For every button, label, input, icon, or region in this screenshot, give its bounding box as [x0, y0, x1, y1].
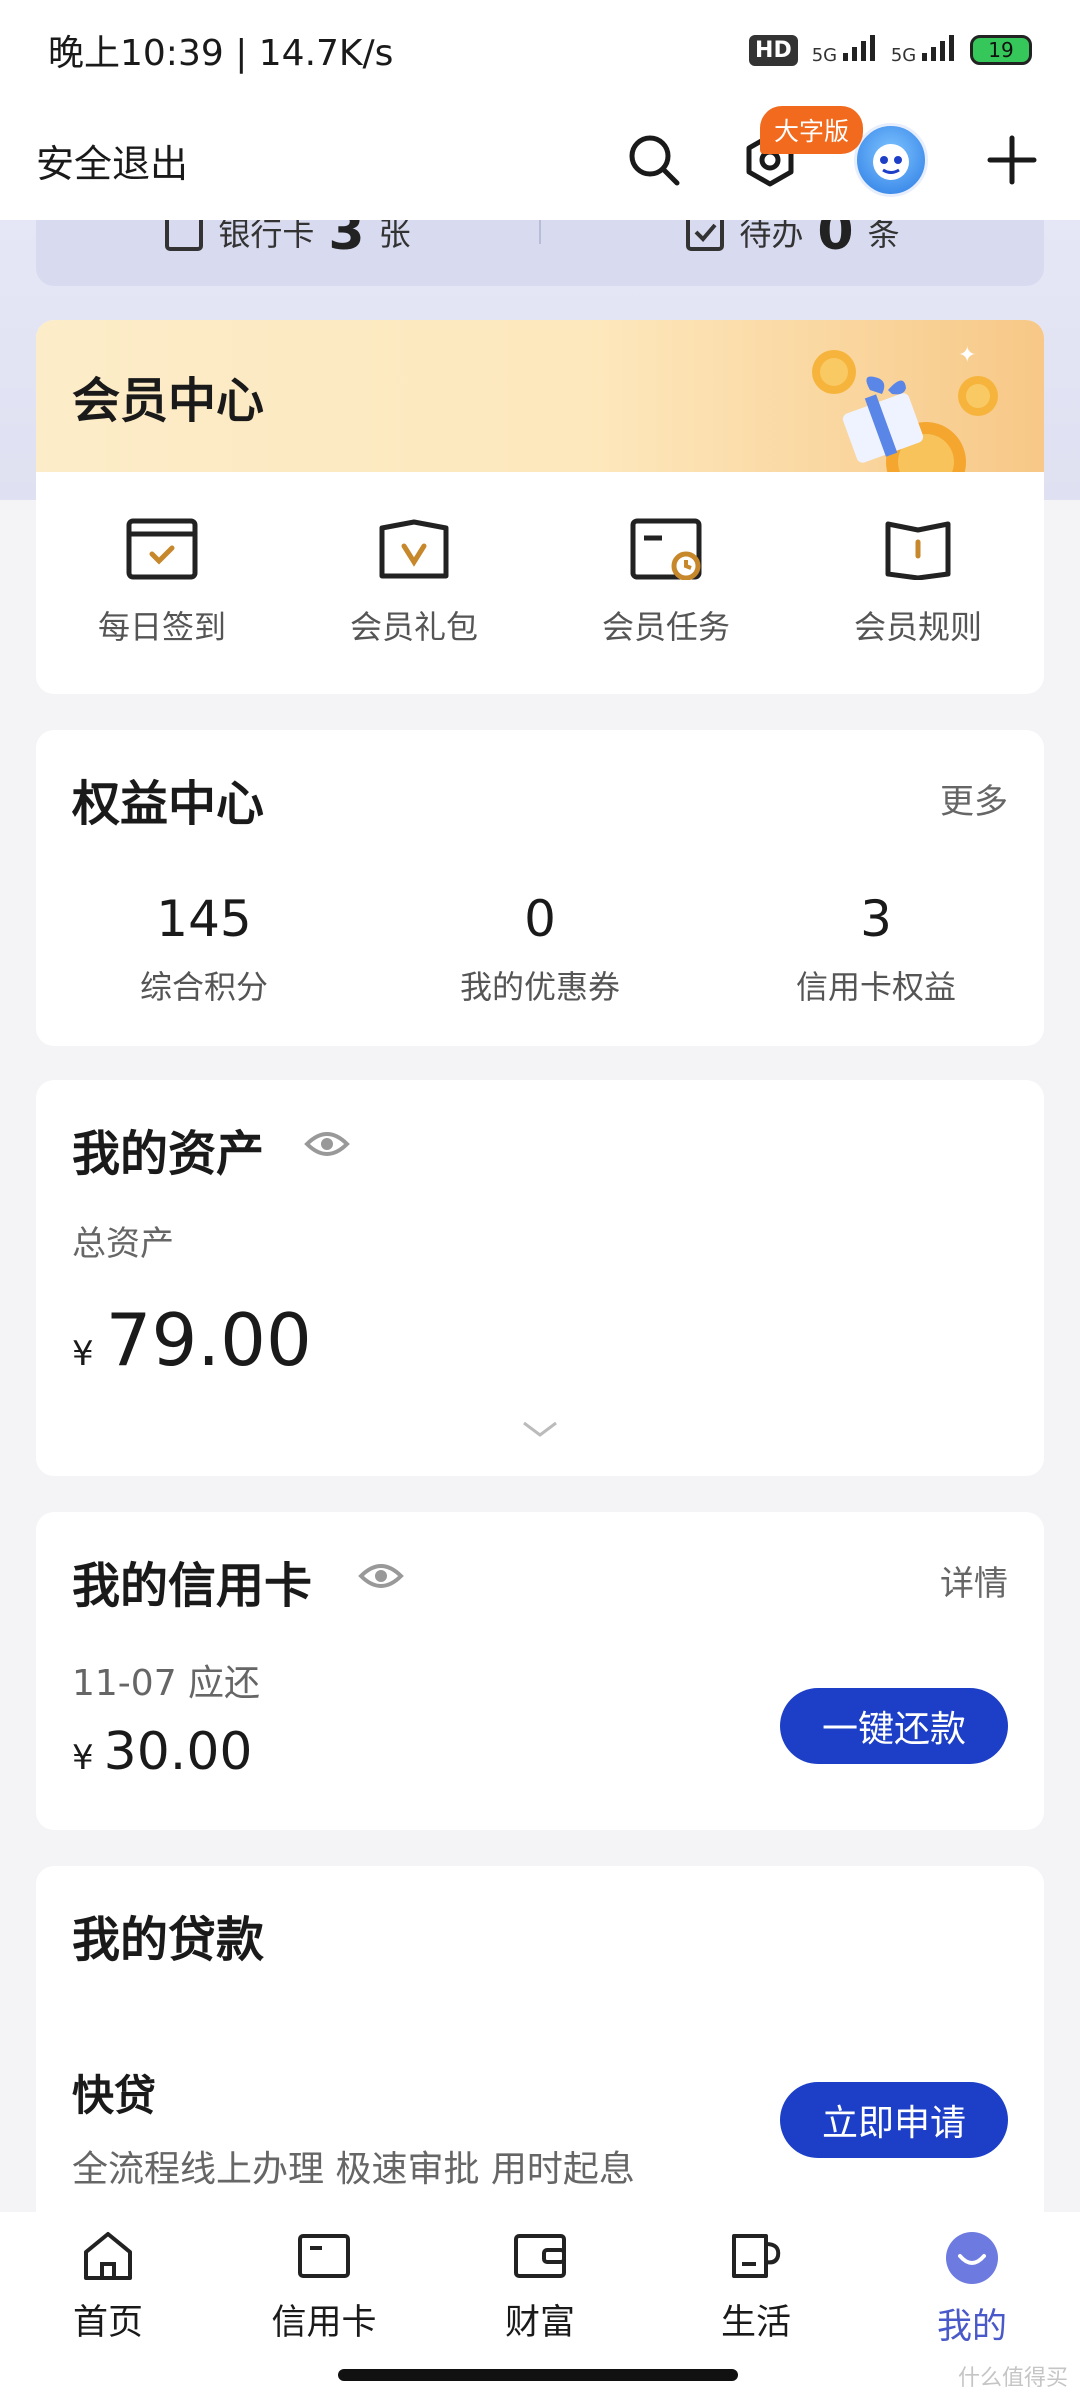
daily-signin-label: 每日签到: [97, 608, 226, 646]
rights-center-card: 权益中心 更多 145 综合积分 0 我的优惠券 3 信用卡权益: [36, 730, 1044, 1046]
currency-symbol: ¥: [72, 1334, 94, 1374]
todo-count[interactable]: 待办 0 条: [541, 220, 1044, 262]
eye-icon-credit[interactable]: [358, 1560, 404, 1596]
loan-description: 全流程线上办理 极速审批 用时起息: [72, 2149, 635, 2190]
assets-title: 我的资产: [72, 1126, 265, 1182]
credit-card-title: 我的信用卡: [72, 1558, 313, 1614]
bank-card-label: 银行卡: [218, 220, 315, 253]
home-icon: [84, 2232, 132, 2280]
apply-now-button[interactable]: 立即申请: [780, 2082, 1008, 2158]
profile-icon: [946, 2232, 998, 2284]
member-gift-item[interactable]: 会员礼包: [288, 518, 540, 648]
my-loan-card: 我的贷款 快贷 全流程线上办理 极速审批 用时起息 立即申请: [36, 1866, 1044, 2226]
my-credit-card-card: 我的信用卡 详情 11-07 应还 ¥ 30.00 一键还款: [36, 1512, 1044, 1830]
daily-signin-item[interactable]: 每日签到: [36, 518, 288, 648]
member-center-card: 会员中心 ✦ 每日签到 会员礼包 会员任务 会员规则: [36, 320, 1044, 694]
account-summary-card: 银行卡 3 张 待办 0 条: [36, 220, 1044, 286]
todo-unit: 条: [867, 220, 900, 253]
network-label-2: 5G: [890, 44, 917, 66]
signal-icon-2: 5G: [890, 34, 956, 66]
tab-home-label: 首页: [72, 2303, 143, 2343]
add-icon[interactable]: [980, 128, 1044, 192]
app-header: 安全退出: [0, 100, 1080, 220]
card-benefits-label: 信用卡权益: [795, 968, 956, 1006]
bank-card-count[interactable]: 银行卡 3 张: [36, 220, 539, 262]
todo-check-icon: [686, 220, 725, 251]
member-task-item[interactable]: 会员任务: [540, 518, 792, 648]
tab-life-label: 生活: [720, 2303, 791, 2343]
member-center-header[interactable]: 会员中心 ✦: [36, 320, 1044, 472]
credit-due-date: 11-07 应还: [72, 1663, 261, 1704]
battery-icon: 19: [970, 35, 1032, 65]
bank-card-unit: 张: [378, 220, 411, 253]
credit-due-amount: ¥ 30.00: [72, 1722, 253, 1782]
coupons-value: 0: [524, 890, 556, 948]
member-task-label: 会员任务: [601, 608, 730, 646]
total-assets-label: 总资产: [72, 1224, 174, 1264]
home-indicator[interactable]: [338, 2369, 738, 2381]
points-stat[interactable]: 145 综合积分: [36, 890, 372, 1008]
my-assets-card: 我的资产 总资产 ¥ 79.00: [36, 1080, 1044, 1476]
loan-title: 我的贷款: [72, 1912, 265, 1968]
quick-repay-button[interactable]: 一键还款: [780, 1688, 1008, 1764]
card-benefits-stat[interactable]: 3 信用卡权益: [708, 890, 1044, 1008]
assistant-avatar[interactable]: [854, 123, 928, 197]
points-value: 145: [156, 890, 252, 948]
member-gift-label: 会员礼包: [349, 608, 478, 646]
task-clock-icon: [630, 518, 702, 580]
search-icon[interactable]: [622, 128, 686, 192]
loan-product-name: 快贷: [72, 2071, 157, 2120]
network-label: 5G: [811, 44, 838, 66]
todo-label: 待办: [739, 220, 804, 253]
tab-home[interactable]: 首页: [0, 2230, 216, 2400]
coupons-label: 我的优惠券: [459, 968, 620, 1006]
todo-number: 0: [817, 220, 854, 262]
gift-pack-icon: [379, 519, 449, 579]
credit-currency: ¥: [72, 1738, 94, 1778]
svg-text:✦: ✦: [958, 343, 976, 368]
eye-icon[interactable]: [304, 1128, 350, 1164]
member-rules-label: 会员规则: [853, 608, 982, 646]
member-center-title: 会员中心: [72, 373, 265, 429]
rights-more-link[interactable]: 更多: [940, 774, 1008, 823]
credit-card-detail-link[interactable]: 详情: [940, 1556, 1008, 1605]
battery-level: 19: [988, 38, 1014, 62]
rights-center-title: 权益中心: [72, 776, 265, 832]
cup-icon: [732, 2234, 781, 2278]
card-benefits-value: 3: [860, 890, 892, 948]
total-assets-amount: ¥ 79.00: [72, 1298, 312, 1382]
wallet-icon: [514, 2234, 566, 2278]
watermark: 什么值得买: [957, 2366, 1068, 2391]
chevron-down-icon[interactable]: [522, 1420, 558, 1438]
bank-card-number: 3: [328, 220, 365, 262]
rule-book-icon: [885, 521, 951, 580]
points-label: 综合积分: [139, 968, 268, 1006]
status-icons: HD 5G 5G 19: [749, 34, 1032, 66]
tab-wealth-label: 财富: [504, 2303, 575, 2343]
assets-amount-value: 79.00: [105, 1298, 312, 1382]
member-rules-item[interactable]: 会员规则: [792, 518, 1044, 648]
gift-coins-icon: ✦: [812, 343, 998, 472]
coupons-stat[interactable]: 0 我的优惠券: [372, 890, 708, 1008]
signal-icon: 5G: [811, 34, 877, 66]
rights-stats: 145 综合积分 0 我的优惠券 3 信用卡权益: [36, 890, 1044, 1008]
calendar-check-icon: [126, 518, 198, 580]
status-time: 晚上10:39 | 14.7K/s: [48, 33, 394, 74]
card-icon: [298, 2234, 350, 2278]
member-actions: 每日签到 会员礼包 会员任务 会员规则: [36, 472, 1044, 694]
tab-credit-card-label: 信用卡: [271, 2303, 377, 2343]
credit-amount-value: 30.00: [103, 1722, 253, 1782]
logout-button[interactable]: 安全退出: [36, 133, 188, 188]
big-font-badge[interactable]: 大字版: [760, 106, 864, 154]
tab-mine-label: 我的: [936, 2307, 1007, 2347]
bank-card-icon: [165, 220, 204, 251]
hd-icon: HD: [749, 34, 798, 66]
status-bar: 晚上10:39 | 14.7K/s HD 5G 5G 19: [0, 0, 1080, 100]
